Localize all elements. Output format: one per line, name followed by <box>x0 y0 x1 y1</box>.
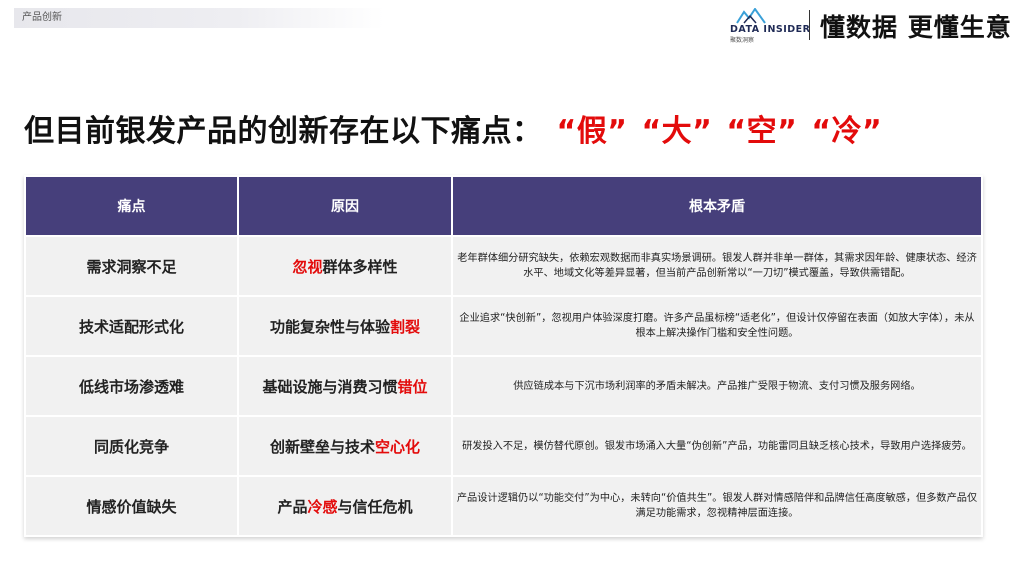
cause-cell: 功能复杂性与体验割裂 <box>237 295 453 357</box>
brand-logo: DATA INSIDER 聚数洞察 <box>730 8 810 44</box>
root-conflict-cell: 研发投入不足，模仿替代原创。银发市场涌入大量“伪创新”产品，功能雷同且缺乏核心技… <box>451 415 983 477</box>
pain-cell: 情感价值缺失 <box>24 475 239 537</box>
pain-point-table: 痛点 原因 根本矛盾 需求洞察不足 忽视群体多样性 老年群体细分研究缺失，依赖宏… <box>24 175 983 537</box>
pain-keyword-big: “大” <box>641 114 713 149</box>
cause-text: 基础设施与消费习惯 <box>262 377 398 396</box>
cause-cell: 忽视群体多样性 <box>237 235 453 297</box>
brand-subtitle: 聚数洞察 <box>730 37 755 44</box>
pain-keyword-cold: “冷” <box>811 114 883 149</box>
cause-text: 功能复杂性与体验 <box>269 317 390 336</box>
pain-cell: 需求洞察不足 <box>24 235 239 297</box>
cause-cell: 产品冷感与信任危机 <box>237 475 453 537</box>
pain-cell: 低线市场渗透难 <box>24 355 239 417</box>
cause-highlight: 空心化 <box>375 437 421 456</box>
table-header-row: 痛点 原因 根本矛盾 <box>24 175 983 237</box>
section-tag: 产品创新 <box>14 8 384 28</box>
pain-cell: 同质化竞争 <box>24 415 239 477</box>
root-conflict-cell: 企业追求“快创新”，忽视用户体验深度打磨。许多产品虽标榜“适老化”，但设计仅停留… <box>451 295 983 357</box>
root-conflict-cell: 老年群体细分研究缺失，依赖宏观数据而非真实场景调研。银发人群并非单一群体，其需求… <box>451 235 983 297</box>
title-main: 但目前银发产品的创新存在以下痛点： <box>24 114 543 149</box>
header-cause: 原因 <box>237 175 453 237</box>
pain-keyword-fake: “假” <box>556 114 628 149</box>
pain-cell: 技术适配形式化 <box>24 295 239 357</box>
table-row: 低线市场渗透难 基础设施与消费习惯错位 供应链成本与下沉市场利润率的矛盾未解决。… <box>24 355 983 417</box>
header-root-conflict: 根本矛盾 <box>451 175 983 237</box>
mountain-logo-icon <box>736 8 766 24</box>
table-row: 技术适配形式化 功能复杂性与体验割裂 企业追求“快创新”，忽视用户体验深度打磨。… <box>24 295 983 357</box>
table-row: 需求洞察不足 忽视群体多样性 老年群体细分研究缺失，依赖宏观数据而非真实场景调研… <box>24 235 983 297</box>
root-conflict-cell: 产品设计逻辑仍以“功能交付”为中心，未转向“价值共生”。银发人群对情感陪伴和品牌… <box>451 475 983 537</box>
pain-keyword-empty: “空” <box>726 114 798 149</box>
table-row: 情感价值缺失 产品冷感与信任危机 产品设计逻辑仍以“功能交付”为中心，未转向“价… <box>24 475 983 537</box>
root-conflict-cell: 供应链成本与下沉市场利润率的矛盾未解决。产品推广受限于物流、支付习惯及服务网络。 <box>451 355 983 417</box>
table-row: 同质化竞争 创新壁垒与技术空心化 研发投入不足，模仿替代原创。银发市场涌入大量“… <box>24 415 983 477</box>
cause-text: 创新壁垒与技术 <box>269 437 375 456</box>
cause-cell: 创新壁垒与技术空心化 <box>237 415 453 477</box>
cause-highlight: 割裂 <box>390 317 421 336</box>
cause-text: 与信任危机 <box>337 497 413 516</box>
cause-highlight: 冷感 <box>307 497 338 516</box>
header-pain: 痛点 <box>24 175 239 237</box>
page-title: 但目前银发产品的创新存在以下痛点： “假” “大” “空” “冷” <box>24 106 883 149</box>
brand-divider <box>809 10 810 40</box>
brand-name: DATA INSIDER <box>730 24 811 35</box>
cause-highlight: 错位 <box>397 377 428 396</box>
cause-text: 群体多样性 <box>322 257 398 276</box>
cause-highlight: 忽视 <box>292 257 323 276</box>
cause-text: 产品 <box>277 497 308 516</box>
slogan: 懂数据 更懂生意 <box>820 13 1012 42</box>
cause-cell: 基础设施与消费习惯错位 <box>237 355 453 417</box>
